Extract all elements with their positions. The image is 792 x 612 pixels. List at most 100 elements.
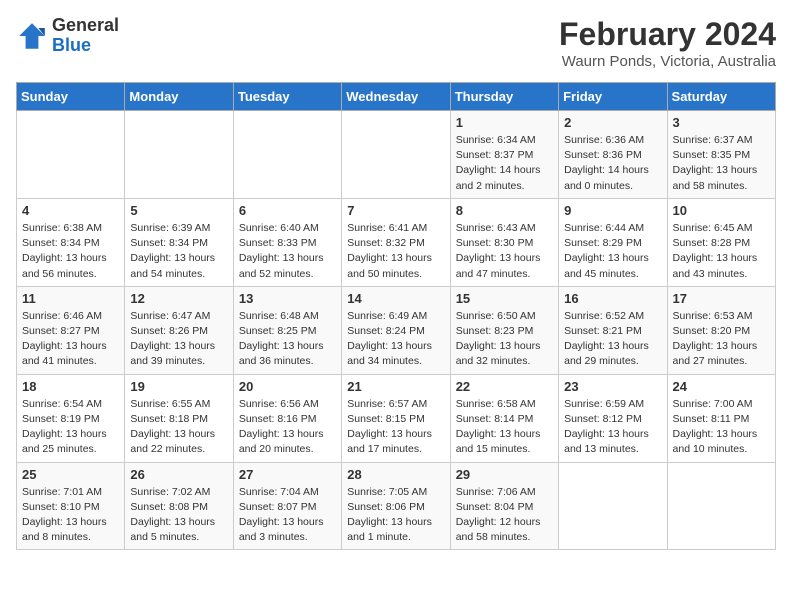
- day-cell: 10Sunrise: 6:45 AM Sunset: 8:28 PM Dayli…: [667, 198, 775, 286]
- day-number: 2: [564, 115, 661, 130]
- day-info: Sunrise: 6:41 AM Sunset: 8:32 PM Dayligh…: [347, 221, 444, 282]
- day-info: Sunrise: 6:49 AM Sunset: 8:24 PM Dayligh…: [347, 309, 444, 370]
- day-info: Sunrise: 6:48 AM Sunset: 8:25 PM Dayligh…: [239, 309, 336, 370]
- day-cell: 13 Sunrise: 6:48 AM Sunset: 8:25 PM Dayli…: [233, 286, 341, 374]
- day-number: 19: [130, 379, 227, 394]
- header-friday: Friday: [559, 83, 667, 111]
- day-number: 26: [130, 467, 227, 482]
- day-number: 24: [673, 379, 770, 394]
- day-info: Sunrise: 6:34 AM Sunset: 8:37 PM Dayligh…: [456, 133, 553, 194]
- day-info: Sunrise: 7:06 AM Sunset: 8:04 PM Dayligh…: [456, 485, 553, 546]
- week-row-4: 25 Sunrise: 7:01 AM Sunset: 8:10 PM Dayli…: [17, 462, 776, 550]
- day-cell: [233, 111, 341, 199]
- day-info: Sunrise: 6:40 AM Sunset: 8:33 PM Dayligh…: [239, 221, 336, 282]
- day-number: 5: [130, 203, 227, 218]
- day-cell: 16 Sunrise: 6:52 AM Sunset: 8:21 PM Dayli…: [559, 286, 667, 374]
- day-cell: 18 Sunrise: 6:54 AM Sunset: 8:19 PM Dayli…: [17, 374, 125, 462]
- day-info: Sunrise: 6:50 AM Sunset: 8:23 PM Dayligh…: [456, 309, 553, 370]
- day-cell: 5Sunrise: 6:39 AM Sunset: 8:34 PM Daylig…: [125, 198, 233, 286]
- day-cell: 25 Sunrise: 7:01 AM Sunset: 8:10 PM Dayli…: [17, 462, 125, 550]
- header-tuesday: Tuesday: [233, 83, 341, 111]
- day-info: Sunrise: 6:43 AM Sunset: 8:30 PM Dayligh…: [456, 221, 553, 282]
- day-info: Sunrise: 7:04 AM Sunset: 8:07 PM Dayligh…: [239, 485, 336, 546]
- day-number: 16: [564, 291, 661, 306]
- day-number: 25: [22, 467, 119, 482]
- day-cell: 6 Sunrise: 6:40 AM Sunset: 8:33 PM Daylig…: [233, 198, 341, 286]
- calendar-body: 1 Sunrise: 6:34 AM Sunset: 8:37 PM Daylig…: [17, 111, 776, 550]
- header-monday: Monday: [125, 83, 233, 111]
- day-number: 15: [456, 291, 553, 306]
- day-info: Sunrise: 6:59 AM Sunset: 8:12 PM Dayligh…: [564, 397, 661, 458]
- day-cell: [17, 111, 125, 199]
- calendar-header-row: SundayMondayTuesdayWednesdayThursdayFrid…: [17, 83, 776, 111]
- day-cell: [342, 111, 450, 199]
- day-cell: 3Sunrise: 6:37 AM Sunset: 8:35 PM Daylig…: [667, 111, 775, 199]
- header-sunday: Sunday: [17, 83, 125, 111]
- day-info: Sunrise: 6:38 AM Sunset: 8:34 PM Dayligh…: [22, 221, 119, 282]
- day-cell: 27 Sunrise: 7:04 AM Sunset: 8:07 PM Dayli…: [233, 462, 341, 550]
- day-cell: [125, 111, 233, 199]
- day-number: 1: [456, 115, 553, 130]
- day-info: Sunrise: 7:05 AM Sunset: 8:06 PM Dayligh…: [347, 485, 444, 546]
- day-info: Sunrise: 6:58 AM Sunset: 8:14 PM Dayligh…: [456, 397, 553, 458]
- day-cell: 20 Sunrise: 6:56 AM Sunset: 8:16 PM Dayli…: [233, 374, 341, 462]
- day-cell: 29 Sunrise: 7:06 AM Sunset: 8:04 PM Dayli…: [450, 462, 558, 550]
- day-number: 6: [239, 203, 336, 218]
- day-number: 23: [564, 379, 661, 394]
- day-number: 11: [22, 291, 119, 306]
- day-number: 18: [22, 379, 119, 394]
- day-info: Sunrise: 6:57 AM Sunset: 8:15 PM Dayligh…: [347, 397, 444, 458]
- week-row-2: 11 Sunrise: 6:46 AM Sunset: 8:27 PM Dayli…: [17, 286, 776, 374]
- day-number: 28: [347, 467, 444, 482]
- day-info: Sunrise: 6:55 AM Sunset: 8:18 PM Dayligh…: [130, 397, 227, 458]
- day-info: Sunrise: 7:02 AM Sunset: 8:08 PM Dayligh…: [130, 485, 227, 546]
- day-cell: 22 Sunrise: 6:58 AM Sunset: 8:14 PM Dayli…: [450, 374, 558, 462]
- logo-icon: [16, 20, 48, 52]
- day-cell: 4Sunrise: 6:38 AM Sunset: 8:34 PM Daylig…: [17, 198, 125, 286]
- day-cell: 1 Sunrise: 6:34 AM Sunset: 8:37 PM Daylig…: [450, 111, 558, 199]
- day-number: 14: [347, 291, 444, 306]
- day-info: Sunrise: 7:01 AM Sunset: 8:10 PM Dayligh…: [22, 485, 119, 546]
- calendar: SundayMondayTuesdayWednesdayThursdayFrid…: [16, 82, 776, 550]
- day-info: Sunrise: 6:46 AM Sunset: 8:27 PM Dayligh…: [22, 309, 119, 370]
- day-cell: 14 Sunrise: 6:49 AM Sunset: 8:24 PM Dayli…: [342, 286, 450, 374]
- day-number: 12: [130, 291, 227, 306]
- title-block: February 2024 Waurn Ponds, Victoria, Aus…: [559, 16, 776, 70]
- day-number: 20: [239, 379, 336, 394]
- week-row-1: 4Sunrise: 6:38 AM Sunset: 8:34 PM Daylig…: [17, 198, 776, 286]
- day-info: Sunrise: 6:44 AM Sunset: 8:29 PM Dayligh…: [564, 221, 661, 282]
- day-number: 13: [239, 291, 336, 306]
- day-cell: 9 Sunrise: 6:44 AM Sunset: 8:29 PM Daylig…: [559, 198, 667, 286]
- day-info: Sunrise: 6:36 AM Sunset: 8:36 PM Dayligh…: [564, 133, 661, 194]
- day-number: 27: [239, 467, 336, 482]
- header-thursday: Thursday: [450, 83, 558, 111]
- day-cell: 28 Sunrise: 7:05 AM Sunset: 8:06 PM Dayli…: [342, 462, 450, 550]
- day-info: Sunrise: 6:56 AM Sunset: 8:16 PM Dayligh…: [239, 397, 336, 458]
- day-info: Sunrise: 7:00 AM Sunset: 8:11 PM Dayligh…: [673, 397, 770, 458]
- day-number: 8: [456, 203, 553, 218]
- day-cell: 23 Sunrise: 6:59 AM Sunset: 8:12 PM Dayli…: [559, 374, 667, 462]
- logo: General Blue: [16, 16, 119, 56]
- day-cell: 24 Sunrise: 7:00 AM Sunset: 8:11 PM Dayli…: [667, 374, 775, 462]
- day-cell: 11 Sunrise: 6:46 AM Sunset: 8:27 PM Dayli…: [17, 286, 125, 374]
- day-cell: 17 Sunrise: 6:53 AM Sunset: 8:20 PM Dayli…: [667, 286, 775, 374]
- day-info: Sunrise: 6:54 AM Sunset: 8:19 PM Dayligh…: [22, 397, 119, 458]
- day-number: 29: [456, 467, 553, 482]
- day-cell: [559, 462, 667, 550]
- day-number: 22: [456, 379, 553, 394]
- day-number: 10: [673, 203, 770, 218]
- day-cell: 26 Sunrise: 7:02 AM Sunset: 8:08 PM Dayli…: [125, 462, 233, 550]
- week-row-3: 18 Sunrise: 6:54 AM Sunset: 8:19 PM Dayli…: [17, 374, 776, 462]
- day-number: 9: [564, 203, 661, 218]
- day-cell: 21 Sunrise: 6:57 AM Sunset: 8:15 PM Dayli…: [342, 374, 450, 462]
- day-number: 21: [347, 379, 444, 394]
- day-cell: 15 Sunrise: 6:50 AM Sunset: 8:23 PM Dayli…: [450, 286, 558, 374]
- day-number: 17: [673, 291, 770, 306]
- day-number: 7: [347, 203, 444, 218]
- day-cell: [667, 462, 775, 550]
- day-cell: 2 Sunrise: 6:36 AM Sunset: 8:36 PM Daylig…: [559, 111, 667, 199]
- day-cell: 8 Sunrise: 6:43 AM Sunset: 8:30 PM Daylig…: [450, 198, 558, 286]
- day-info: Sunrise: 6:52 AM Sunset: 8:21 PM Dayligh…: [564, 309, 661, 370]
- day-info: Sunrise: 6:53 AM Sunset: 8:20 PM Dayligh…: [673, 309, 770, 370]
- main-title: February 2024: [559, 16, 776, 53]
